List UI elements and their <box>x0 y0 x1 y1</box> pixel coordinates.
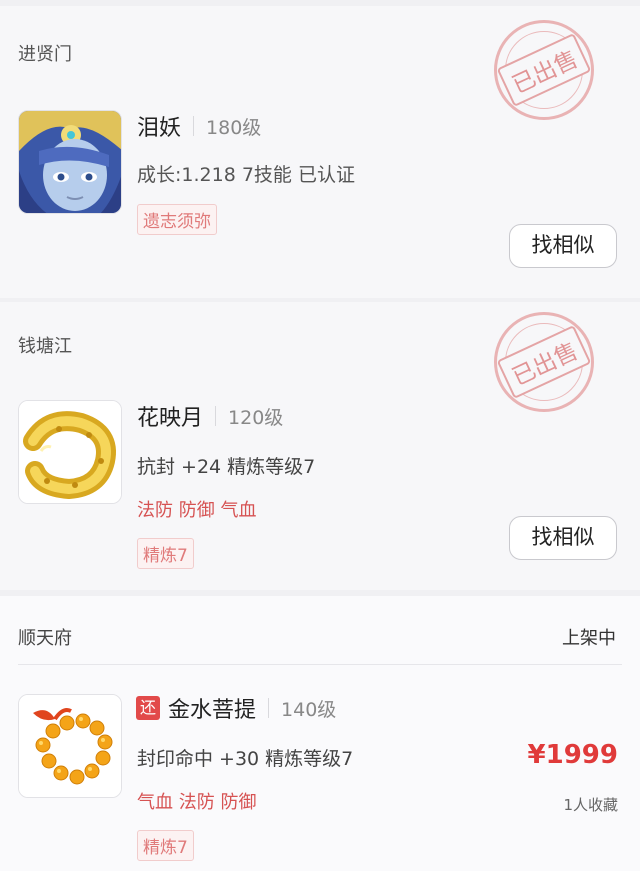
divider <box>18 664 622 665</box>
listing-card[interactable]: 进贤门 已出售 泪妖 180级 成长:1.218 7技能 已认证 遗志须弥 找相… <box>0 6 640 298</box>
find-similar-button[interactable]: 找相似 <box>509 516 617 560</box>
item-title: 泪妖 180级 <box>137 110 261 142</box>
listing-status: 上架中 <box>562 628 616 649</box>
sold-stamp: 已出售 <box>494 20 594 120</box>
item-title: 花映月 120级 <box>137 400 283 432</box>
favorites-count: 1人收藏 <box>563 796 618 814</box>
item-attributes: 封印命中 +30 精炼等级7 <box>137 748 354 770</box>
pet-portrait-icon[interactable] <box>18 110 122 214</box>
item-name: 花映月 <box>137 406 204 431</box>
item-level: 140级 <box>281 698 337 721</box>
item-price: ¥1999 <box>527 740 618 770</box>
server-name: 进贤门 <box>18 44 72 65</box>
refine-chip: 精炼7 <box>137 538 194 569</box>
return-badge: 还 <box>136 696 160 720</box>
find-similar-button[interactable]: 找相似 <box>509 224 617 268</box>
divider <box>268 698 270 718</box>
item-name: 泪妖 <box>137 116 182 141</box>
item-attributes: 成长:1.218 7技能 已认证 <box>137 164 355 186</box>
listing-card[interactable]: 钱塘江 已出售 花映月 120级 抗封 +24 精炼等级7 法防 防御 气血 精… <box>0 302 640 590</box>
divider <box>193 116 195 136</box>
item-level: 120级 <box>228 406 284 429</box>
server-name: 钱塘江 <box>18 336 72 357</box>
refine-chip: 精炼7 <box>137 830 194 861</box>
item-title: 还 金水菩提 140级 <box>136 692 336 724</box>
item-level: 180级 <box>206 116 262 139</box>
server-name: 顺天府 <box>18 628 72 649</box>
gold-bracelet-icon[interactable] <box>18 400 122 504</box>
prayer-beads-icon[interactable] <box>18 694 122 798</box>
item-properties: 法防 防御 气血 <box>137 500 257 521</box>
tag-chip: 遗志须弥 <box>137 204 217 235</box>
item-attributes: 抗封 +24 精炼等级7 <box>137 456 316 478</box>
item-properties: 气血 法防 防御 <box>137 792 257 813</box>
sold-stamp: 已出售 <box>494 312 594 412</box>
divider <box>215 406 217 426</box>
item-name: 金水菩提 <box>168 698 257 723</box>
listing-card[interactable]: 顺天府 上架中 还 金水菩提 140级 封印命中 +30 精炼等级7 气血 法防… <box>0 596 640 871</box>
